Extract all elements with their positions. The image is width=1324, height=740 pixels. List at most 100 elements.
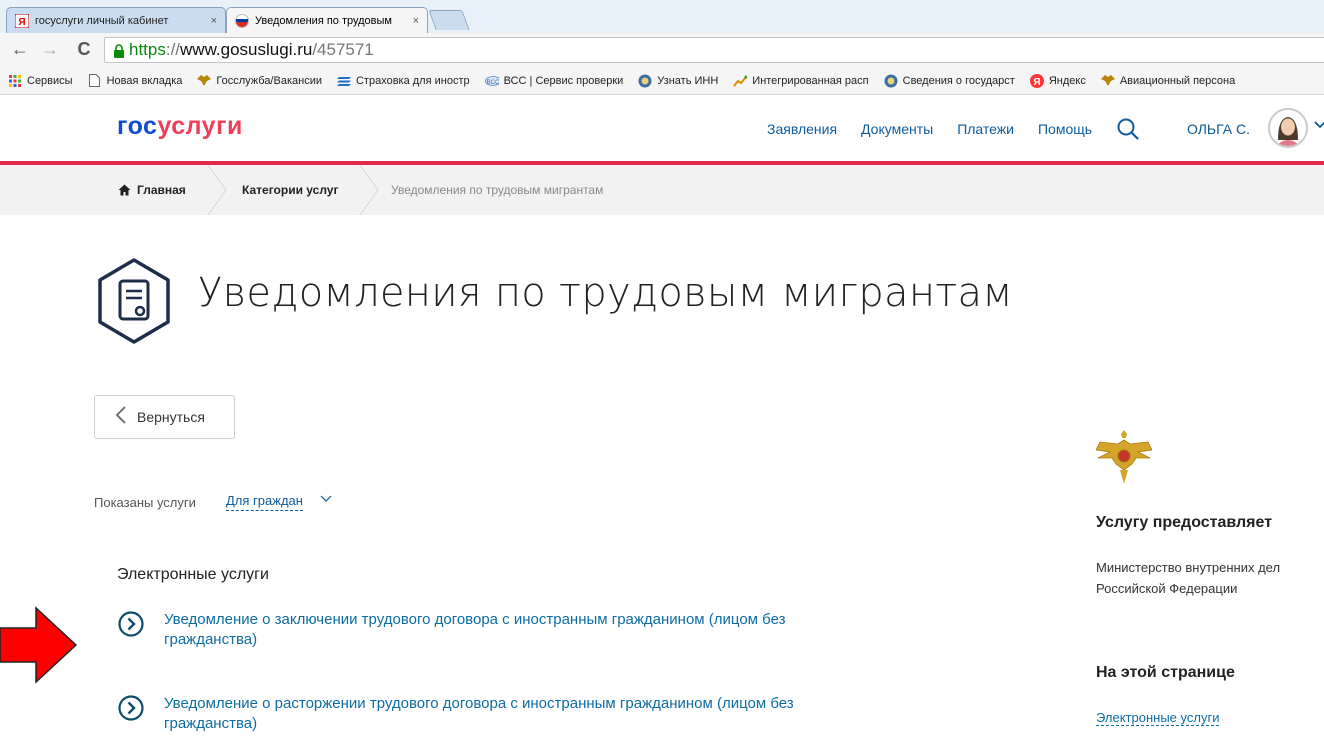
- chevron-circle-right-icon: [118, 695, 144, 721]
- logo-part-gos: гос: [117, 112, 158, 140]
- breadcrumb: Главная Категории услуг Уведомления по т…: [0, 165, 1324, 215]
- logo-part-uslugi: услуги: [157, 112, 243, 140]
- fns-icon: [638, 74, 652, 88]
- url-separator: ://: [165, 40, 181, 59]
- service-title-line: Уведомление о заключении трудового догов…: [164, 611, 786, 628]
- bookmark-label: Яндекс: [1048, 74, 1086, 87]
- reload-icon[interactable]: C: [74, 39, 94, 60]
- url-scheme: https: [129, 40, 166, 59]
- top-navigation: Заявления Документы Платежи Помощь: [767, 121, 1116, 137]
- bookmark-label: Узнать ИНН: [657, 74, 719, 87]
- bookmark-integrated[interactable]: Интегрированная расп: [733, 74, 869, 88]
- back-arrow-icon[interactable]: ←: [10, 39, 30, 60]
- service-link-termination[interactable]: Уведомление о расторжении трудового дого…: [118, 694, 918, 734]
- nav-documents[interactable]: Документы: [861, 121, 933, 137]
- bookmark-bcc[interactable]: BCC ВСС | Сервис проверки: [484, 74, 624, 88]
- url-host: www.gosuslugi.ru: [180, 40, 313, 59]
- bcc-icon: BCC: [484, 74, 499, 88]
- bookmark-gossluzhba[interactable]: Госслужба/Вакансии: [197, 74, 322, 88]
- on-this-page-link-electronic-services[interactable]: Электронные услуги: [1096, 710, 1220, 726]
- bookmark-services[interactable]: Сервисы: [8, 74, 73, 88]
- bookmark-label: ВСС | Сервис проверки: [503, 74, 624, 87]
- service-link-conclusion[interactable]: Уведомление о заключении трудового догов…: [118, 610, 918, 650]
- service-title-line: гражданства): [164, 715, 258, 732]
- bookmark-label: Страховка для иностр: [355, 74, 470, 87]
- red-arrow-annotation-icon: [0, 606, 78, 684]
- address-bar[interactable]: https :// www.gosuslugi.ru /457571: [104, 37, 1324, 63]
- audience-filter-dropdown[interactable]: Для граждан: [226, 493, 303, 511]
- breadcrumb-categories[interactable]: Категории услуг: [242, 165, 338, 215]
- bookmarks-bar: Сервисы Новая вкладка Госслужба/Вакансии…: [0, 67, 1324, 95]
- filter-label: Показаны услуги: [94, 495, 196, 510]
- nav-help[interactable]: Помощь: [1038, 121, 1092, 137]
- bookmark-aviation[interactable]: Авиационный персона: [1100, 74, 1236, 88]
- bookmark-insurance[interactable]: Страховка для иностр: [336, 74, 470, 88]
- on-this-page-heading: На этой странице: [1096, 664, 1235, 681]
- chevron-down-icon[interactable]: [1314, 119, 1324, 131]
- stripes-icon: [336, 74, 351, 88]
- tab-close-icon[interactable]: ×: [211, 15, 217, 27]
- mvd-emblem-icon: [1095, 430, 1153, 488]
- service-title: Уведомление о расторжении трудового дого…: [164, 694, 794, 734]
- browser-tab-bar: Я госуслуги личный кабинет × Уведомления…: [0, 0, 1324, 33]
- svg-text:Я: Я: [18, 17, 25, 28]
- tab-title: Уведомления по трудовым: [255, 14, 392, 27]
- breadcrumb-separator: [359, 165, 379, 215]
- bookmark-yandex[interactable]: Я Яндекс: [1029, 73, 1086, 88]
- tab-title: госуслуги личный кабинет: [35, 14, 169, 27]
- lock-icon: [113, 43, 125, 58]
- russia-flag-icon: [235, 13, 249, 28]
- bookmark-label: Интегрированная расп: [752, 74, 869, 87]
- breadcrumb-home-label: Главная: [137, 183, 186, 197]
- provider-name-line: Российской Федерации: [1096, 581, 1238, 596]
- site-header: госуслуги Заявления Документы Платежи По…: [0, 95, 1324, 163]
- page-icon: [88, 74, 102, 88]
- provider-name-line: Министерство внутренних дел: [1096, 560, 1281, 575]
- avatar[interactable]: [1268, 108, 1308, 148]
- provider-heading: Услугу предоставляет: [1096, 514, 1273, 531]
- browser-tab-gosuslugi-search[interactable]: Я госуслуги личный кабинет ×: [6, 7, 226, 33]
- fns-icon: [884, 74, 898, 88]
- service-title-line: гражданства): [164, 631, 258, 648]
- url-path: /457571: [312, 40, 374, 59]
- browser-toolbar: ← → C https :// www.gosuslugi.ru /457571: [0, 33, 1324, 67]
- back-button[interactable]: Вернуться: [94, 395, 235, 439]
- eagle-icon: [1100, 74, 1115, 88]
- breadcrumb-current: Уведомления по трудовым мигрантам: [391, 183, 604, 197]
- document-hexagon-icon: [94, 256, 174, 346]
- bookmark-state-info[interactable]: Сведения о государст: [884, 74, 1015, 88]
- bookmark-new-tab[interactable]: Новая вкладка: [88, 74, 183, 88]
- bookmark-label: Госслужба/Вакансии: [216, 74, 322, 87]
- svg-text:Я: Я: [1033, 77, 1040, 88]
- back-button-label: Вернуться: [137, 409, 205, 425]
- browser-tab-notifications[interactable]: Уведомления по трудовым ×: [226, 7, 428, 33]
- bookmark-label: Авиационный персона: [1119, 74, 1236, 87]
- user-name[interactable]: ОЛЬГА С.: [1187, 121, 1250, 137]
- service-title: Уведомление о заключении трудового догов…: [164, 610, 785, 650]
- eagle-icon: [197, 74, 212, 88]
- yandex-icon: Я: [14, 13, 30, 28]
- bookmark-label: Сведения о государст: [902, 74, 1015, 87]
- svg-text:BCC: BCC: [486, 80, 498, 86]
- section-title-electronic-services: Электронные услуги: [117, 566, 269, 583]
- service-title-line: Уведомление о расторжении трудового дого…: [164, 695, 794, 712]
- gosuslugi-logo[interactable]: госуслуги: [117, 112, 243, 141]
- provider-name: Министерство внутренних дел Российской Ф…: [1096, 557, 1324, 599]
- chevron-left-icon: [115, 406, 127, 428]
- chevron-down-icon[interactable]: [320, 493, 332, 507]
- tab-close-icon[interactable]: ×: [413, 15, 419, 27]
- chevron-circle-right-icon: [118, 611, 144, 637]
- home-icon: [118, 184, 131, 196]
- search-icon[interactable]: [1116, 117, 1140, 141]
- apps-grid-icon: [8, 74, 22, 88]
- page-title: Уведомления по трудовым мигрантам: [198, 270, 1013, 316]
- new-tab-button[interactable]: [428, 10, 470, 30]
- yandex-icon: Я: [1029, 73, 1044, 88]
- nav-payments[interactable]: Платежи: [957, 121, 1014, 137]
- nav-applications[interactable]: Заявления: [767, 121, 837, 137]
- bookmark-inn[interactable]: Узнать ИНН: [638, 74, 718, 88]
- chart-icon: [733, 74, 748, 88]
- bookmark-label: Новая вкладка: [106, 74, 183, 87]
- forward-arrow-icon[interactable]: →: [40, 39, 60, 60]
- breadcrumb-home[interactable]: Главная: [118, 165, 186, 215]
